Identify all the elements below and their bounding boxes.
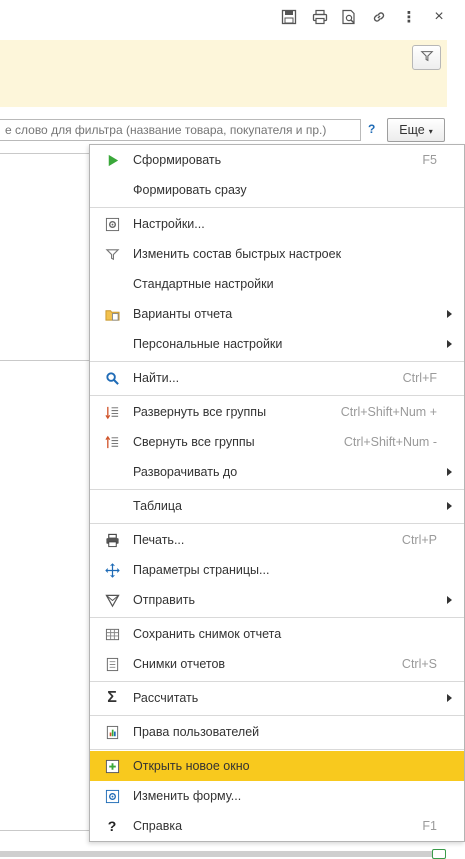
menu-item-find[interactable]: Найти... Ctrl+F [90,363,464,393]
status-icon [432,849,446,859]
menu-item-send[interactable]: Отправить [90,585,464,615]
menu-item-standard-settings[interactable]: Стандартные настройки [90,269,464,299]
change-form-icon [104,788,120,804]
preview-icon[interactable] [338,6,360,28]
menu-item-report-variants[interactable]: Варианты отчета [90,299,464,329]
menu-item-open-new-window[interactable]: Открыть новое окно [90,751,464,781]
submenu-arrow-icon [447,468,452,476]
menu-item-quick-settings[interactable]: Изменить состав быстрых настроек [90,239,464,269]
menu-item-generate-immediately[interactable]: Формировать сразу [90,175,464,205]
chevron-down-icon: ▾ [428,126,433,136]
snapshots-icon [104,656,120,672]
submenu-arrow-icon [447,340,452,348]
settings-icon [104,216,120,232]
menu-item-help[interactable]: ? Справка F1 [90,811,464,841]
menu-item-calculate[interactable]: Σ Рассчитать [90,683,464,713]
menu-item-settings[interactable]: Настройки... [90,209,464,239]
horizontal-scrollbar[interactable] [0,851,432,857]
top-toolbar: ⋮ × [0,0,465,34]
submenu-arrow-icon [447,694,452,702]
menu-separator [90,207,464,208]
collapse-groups-icon [104,434,120,450]
send-icon [104,592,120,608]
menu-separator [90,361,464,362]
report-divider [0,830,90,831]
menu-item-expand-to[interactable]: Разворачивать до [90,457,464,487]
menu-item-generate[interactable]: Сформировать F5 [90,145,464,175]
snapshot-save-icon [104,626,120,642]
help-icon: ? [107,818,117,834]
menu-separator [90,523,464,524]
submenu-arrow-icon [447,502,452,510]
page-setup-icon [104,562,120,578]
filter-button[interactable] [412,45,441,70]
menu-item-save-snapshot[interactable]: Сохранить снимок отчета [90,619,464,649]
menu-item-expand-groups[interactable]: Развернуть все группы Ctrl+Shift+Num + [90,397,464,427]
menu-item-snapshots[interactable]: Снимки отчетов Ctrl+S [90,649,464,679]
search-icon [104,370,120,386]
folder-icon [104,306,120,322]
menu-separator [90,715,464,716]
close-icon[interactable]: × [428,6,450,28]
submenu-arrow-icon [447,596,452,604]
menu-item-user-rights[interactable]: Права пользователей [90,717,464,747]
menu-item-change-form[interactable]: Изменить форму... [90,781,464,811]
report-divider [0,153,90,154]
expand-groups-icon [104,404,120,420]
link-icon[interactable] [368,6,390,28]
menu-item-personal-settings[interactable]: Персональные настройки [90,329,464,359]
search-input[interactable] [0,119,361,141]
user-rights-icon [104,724,120,740]
menu-item-table[interactable]: Таблица [90,491,464,521]
menu-item-collapse-groups[interactable]: Свернуть все группы Ctrl+Shift+Num - [90,427,464,457]
filter-icon [419,49,434,66]
save-icon[interactable] [278,6,300,28]
more-vertical-icon[interactable]: ⋮ [398,6,420,28]
play-icon [104,152,120,168]
new-window-icon [104,758,120,774]
help-link[interactable]: ? [368,122,375,136]
quick-settings-panel [0,40,447,107]
menu-item-print[interactable]: Печать... Ctrl+P [90,525,464,555]
menu-separator [90,395,464,396]
sigma-icon: Σ [107,689,117,706]
print-icon[interactable] [309,6,331,28]
print-icon [104,532,120,548]
more-button[interactable]: Еще ▾ [387,118,445,142]
menu-separator [90,617,464,618]
menu-separator [90,749,464,750]
more-button-label: Еще [399,123,425,137]
submenu-arrow-icon [447,310,452,318]
menu-separator [90,489,464,490]
more-menu: Сформировать F5 Формировать сразу Настро… [89,144,465,842]
report-divider [0,360,90,361]
filter-icon [104,246,120,262]
menu-item-page-setup[interactable]: Параметры страницы... [90,555,464,585]
menu-separator [90,681,464,682]
